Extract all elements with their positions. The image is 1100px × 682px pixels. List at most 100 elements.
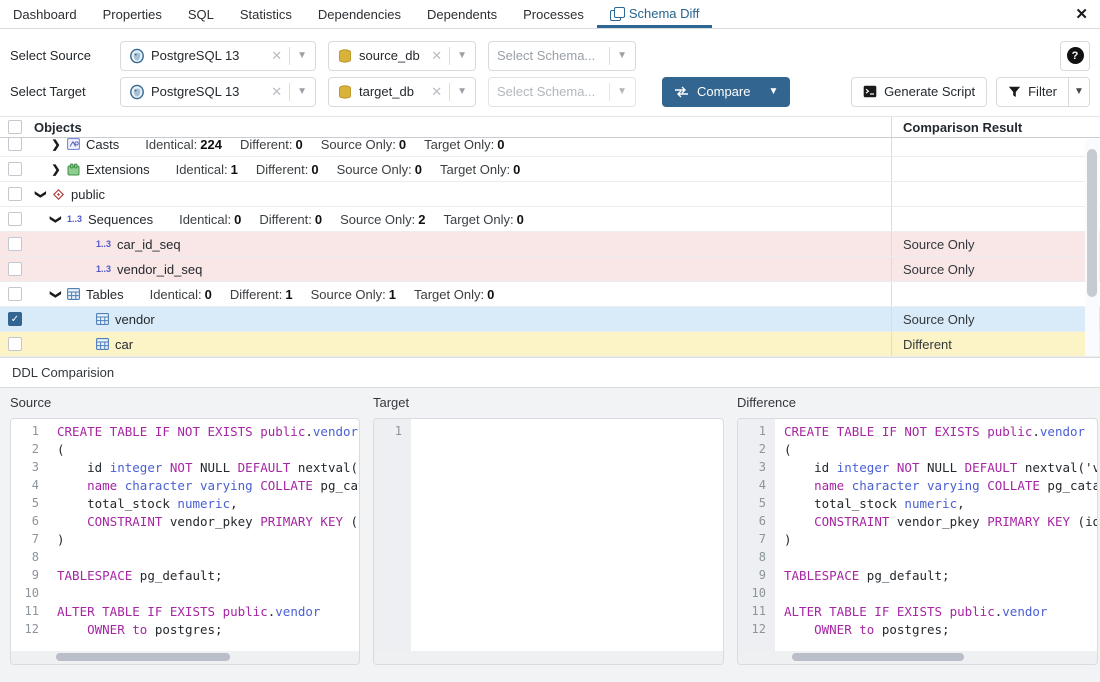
filter-caret-button[interactable]: ▼ [1069, 77, 1090, 107]
target-database-select[interactable]: target_db ✕ ▼ [328, 77, 476, 107]
source-server-value: PostgreSQL 13 [151, 48, 239, 63]
expand-chevron-icon[interactable]: ❯ [49, 138, 63, 151]
tab-dependencies[interactable]: Dependencies [305, 0, 414, 28]
grid-row-casts[interactable]: ❯CastsIdentical:224Different:0Source Onl… [0, 138, 1100, 157]
grid-row-vendor-id-seq[interactable]: 1..3vendor_id_seqSource Only [0, 257, 1100, 282]
horizontal-scrollbar-thumb[interactable] [56, 653, 230, 661]
tab-bar: DashboardPropertiesSQLStatisticsDependen… [0, 0, 1100, 29]
generate-script-button[interactable]: Generate Script [851, 77, 987, 107]
target-database-clear-icon[interactable]: ✕ [431, 84, 442, 100]
close-panel-button[interactable]: ✕ [1063, 0, 1100, 28]
grid-scrollbar-thumb[interactable] [1087, 149, 1097, 297]
row-checkbox[interactable]: ✓ [8, 312, 22, 326]
row-checkbox[interactable] [8, 287, 22, 301]
horizontal-scrollbar[interactable] [738, 651, 1097, 664]
code-line [784, 586, 1097, 604]
row-checkbox[interactable] [8, 162, 22, 176]
code-token [162, 460, 170, 475]
source-database-clear-icon[interactable]: ✕ [431, 48, 442, 64]
line-number: 11 [738, 604, 775, 622]
objects-column-header[interactable]: Objects [30, 120, 891, 135]
code-token: PRIMARY KEY [260, 514, 343, 529]
grid-row-car-id-seq[interactable]: 1..3car_id_seqSource Only [0, 232, 1100, 257]
difference-ddl-panel[interactable]: 123456789101112CREATE TABLE IF NOT EXIST… [737, 418, 1098, 665]
code-line [57, 550, 359, 568]
row-checkbox[interactable] [8, 212, 22, 226]
grid-row-vendor[interactable]: ✓ vendorSource Only [0, 307, 1100, 332]
tab-properties[interactable]: Properties [90, 0, 175, 28]
code-token: numeric [177, 496, 230, 511]
tab-schema-diff[interactable]: Schema Diff [597, 0, 713, 28]
stat-identical: Identical:0 [150, 287, 212, 302]
source-schema-caret-icon[interactable]: ▼ [617, 50, 627, 61]
code-token: integer [837, 460, 890, 475]
source-database-select[interactable]: source_db ✕ ▼ [328, 41, 476, 71]
target-server-select[interactable]: PostgreSQL 13 ✕ ▼ [120, 77, 316, 107]
source-database-caret-icon[interactable]: ▼ [457, 50, 467, 61]
comparison-result-cell: Source Only [891, 307, 1083, 331]
line-number: 6 [11, 514, 48, 532]
tab-dependents[interactable]: Dependents [414, 0, 510, 28]
grid-row-public[interactable]: ❯public [0, 182, 1100, 207]
target-database-caret-icon[interactable]: ▼ [457, 86, 467, 97]
horizontal-scrollbar-thumb[interactable] [792, 653, 964, 661]
tab-statistics[interactable]: Statistics [227, 0, 305, 28]
collapse-chevron-icon[interactable]: ❯ [50, 212, 63, 226]
code-editor: 123456789101112CREATE TABLE IF NOT EXIST… [738, 419, 1097, 651]
tab-processes[interactable]: Processes [510, 0, 597, 28]
target-server-clear-icon[interactable]: ✕ [271, 84, 282, 100]
code-line: CREATE TABLE IF NOT EXISTS public.vendor [57, 424, 359, 442]
source-schema-select[interactable]: Select Schema... ▼ [488, 41, 636, 71]
code-token: (id) [1070, 514, 1097, 529]
grid-row-sequences[interactable]: ❯1..3SequencesIdentical:0Different:0Sour… [0, 207, 1100, 232]
code-token: vendor_pkey [162, 514, 260, 529]
code-token: name [87, 478, 117, 493]
target-schema-select[interactable]: Select Schema... ▼ [488, 77, 636, 107]
code-token: public [950, 604, 995, 619]
select-all-checkbox[interactable] [8, 120, 22, 134]
horizontal-scrollbar[interactable] [11, 651, 359, 664]
target-server-caret-icon[interactable]: ▼ [297, 86, 307, 97]
comparison-result-cell [891, 138, 1083, 156]
tab-dashboard[interactable]: Dashboard [0, 0, 90, 28]
compare-button[interactable]: Compare ▼ [662, 77, 790, 107]
grid-vertical-scrollbar[interactable] [1085, 139, 1099, 356]
expand-chevron-icon[interactable]: ❯ [49, 163, 63, 176]
help-button[interactable]: ? [1060, 41, 1090, 71]
line-number: 4 [11, 478, 48, 496]
compare-caret-icon[interactable]: ▼ [760, 86, 786, 97]
grid-body: ❯CastsIdentical:224Different:0Source Onl… [0, 138, 1100, 357]
row-checkbox-cell [0, 138, 30, 156]
grid-row-tables[interactable]: ❯TablesIdentical:0Different:1Source Only… [0, 282, 1100, 307]
target-ddl-panel[interactable]: 1 [373, 418, 724, 665]
code-token: NULL [192, 460, 237, 475]
line-number: 11 [11, 604, 48, 622]
collapse-chevron-icon[interactable]: ❯ [35, 187, 48, 201]
objects-cell: vendor [30, 307, 891, 331]
stat-source-only: Source Only:0 [337, 162, 422, 177]
source-server-clear-icon[interactable]: ✕ [271, 48, 282, 64]
row-checkbox[interactable] [8, 237, 22, 251]
table-icon [96, 338, 109, 350]
row-checkbox[interactable] [8, 187, 22, 201]
code-token: CREATE TABLE IF NOT EXISTS [57, 424, 260, 439]
tab-sql[interactable]: SQL [175, 0, 227, 28]
row-checkbox[interactable] [8, 262, 22, 276]
code-token: CONSTRAINT [814, 514, 889, 529]
source-server-select[interactable]: PostgreSQL 13 ✕ ▼ [120, 41, 316, 71]
line-number: 7 [11, 532, 48, 550]
row-checkbox[interactable] [8, 138, 22, 151]
grid-row-car[interactable]: carDifferent [0, 332, 1100, 357]
code-line [420, 424, 723, 442]
stat-target-only: Target Only:0 [440, 162, 520, 177]
code-token: vendor [275, 604, 320, 619]
comparison-result-column-header[interactable]: Comparison Result [891, 117, 1083, 137]
source-server-caret-icon[interactable]: ▼ [297, 50, 307, 61]
filter-button[interactable]: Filter [996, 77, 1069, 107]
target-schema-caret-icon[interactable]: ▼ [617, 86, 627, 97]
source-ddl-panel[interactable]: 123456789101112CREATE TABLE IF NOT EXIST… [10, 418, 360, 665]
filter-button-label: Filter [1028, 84, 1057, 99]
collapse-chevron-icon[interactable]: ❯ [50, 287, 63, 301]
row-checkbox[interactable] [8, 337, 22, 351]
grid-row-extensions[interactable]: ❯ExtensionsIdentical:1Different:0Source … [0, 157, 1100, 182]
